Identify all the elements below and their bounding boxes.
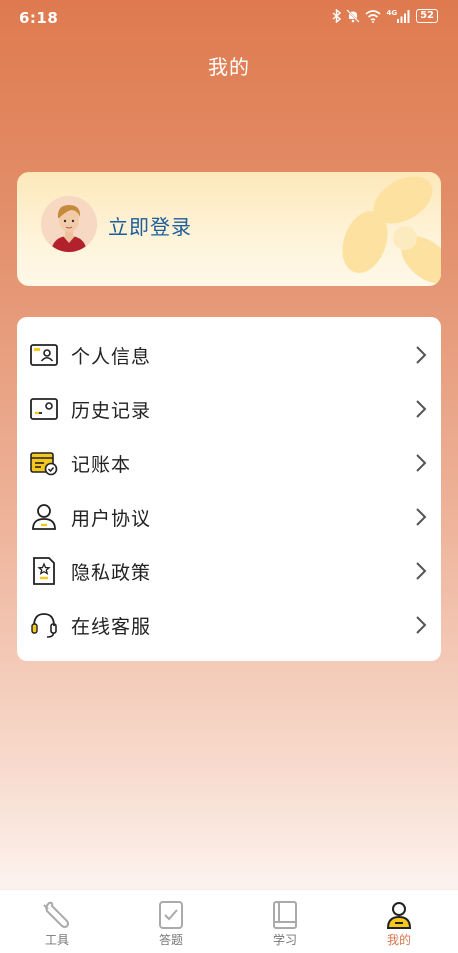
menu-item-label: 隐私政策 [71, 562, 152, 584]
menu-item-online-service[interactable]: 在线客服 [17, 598, 441, 652]
login-card[interactable]: 立即登录 [17, 172, 441, 286]
wrench-icon [41, 899, 73, 931]
menu-item-user-agreement[interactable]: 用户协议 [17, 490, 441, 544]
tab-study[interactable]: 学习 [228, 890, 342, 953]
tab-label: 答题 [158, 933, 183, 947]
headset-icon [29, 610, 59, 640]
chevron-right-icon [415, 561, 427, 585]
profile-icon [383, 899, 415, 931]
menu-item-privacy-policy[interactable]: 隐私政策 [17, 544, 441, 598]
tab-label: 我的 [386, 933, 411, 947]
menu-item-personal-info[interactable]: 个人信息 [17, 328, 441, 382]
chevron-right-icon [415, 507, 427, 531]
tab-mine[interactable]: 我的 [342, 890, 456, 953]
page-title: 我的 [208, 55, 250, 79]
chevron-right-icon [415, 399, 427, 423]
wifi-icon [365, 9, 381, 23]
battery-icon: 52 [416, 9, 438, 23]
id-card-icon [29, 340, 59, 370]
tab-label: 工具 [44, 933, 69, 947]
bottom-tab-bar: 工具 答题 学习 我的 [0, 889, 458, 953]
status-time: 6:18 [19, 9, 59, 27]
chevron-right-icon [415, 345, 427, 369]
login-button[interactable]: 立即登录 [108, 211, 192, 240]
mute-icon [346, 9, 361, 23]
tab-tools[interactable]: 工具 [0, 890, 114, 953]
status-bar: 6:18 4G 52 [0, 0, 458, 36]
menu-item-label: 在线客服 [71, 616, 152, 638]
history-card-icon [29, 394, 59, 424]
tab-label: 学习 [272, 933, 297, 947]
checkbox-icon [155, 899, 187, 931]
chevron-right-icon [415, 615, 427, 639]
signal-icon: 4G [386, 8, 411, 23]
menu-item-label: 用户协议 [71, 508, 152, 530]
status-icons: 4G 52 [332, 9, 438, 23]
decorative-flower-icon [342, 176, 441, 284]
ledger-icon [29, 448, 59, 478]
menu-item-label: 历史记录 [71, 400, 152, 422]
menu-item-label: 记账本 [71, 454, 132, 476]
avatar[interactable] [41, 196, 97, 252]
menu-item-history[interactable]: 历史记录 [17, 382, 441, 436]
user-icon [29, 502, 59, 532]
book-icon [269, 899, 301, 931]
menu-item-label: 个人信息 [71, 346, 152, 368]
network-type: 4G [386, 8, 398, 17]
avatar-icon [41, 196, 97, 252]
menu-item-ledger[interactable]: 记账本 [17, 436, 441, 490]
privacy-document-icon [29, 556, 59, 586]
menu-card: 个人信息 历史记录 记账本 用户协议 隐私政策 在线客服 [17, 317, 441, 661]
chevron-right-icon [415, 453, 427, 477]
bluetooth-icon [332, 9, 342, 23]
tab-quiz[interactable]: 答题 [114, 890, 228, 953]
